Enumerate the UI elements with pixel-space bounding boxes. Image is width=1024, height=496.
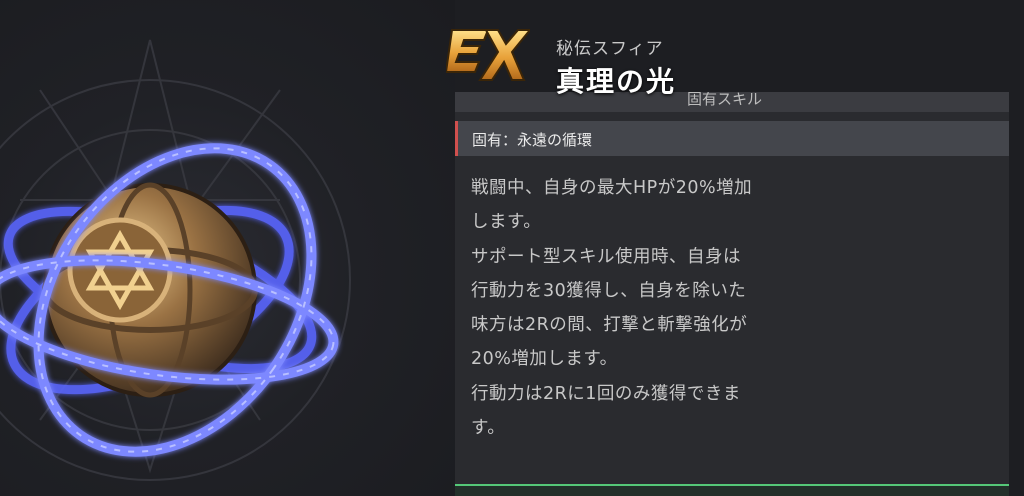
ex-rank-text: EX bbox=[488, 87, 490, 88]
description-line: 行動力を30獲得し、自身を除いた bbox=[471, 280, 747, 301]
description-line: サポート型スキル使用時、自身は bbox=[471, 246, 741, 267]
section-header-label: 固有スキル bbox=[687, 92, 763, 108]
section-header: 固有スキル bbox=[455, 92, 1009, 112]
skill-label-bar: 固有：永遠の循環 bbox=[455, 121, 1009, 156]
description-line: 戦闘中、自身の最大HPが20%増加 bbox=[471, 178, 753, 198]
ex-rank-icon: EX bbox=[446, 29, 530, 88]
next-section-peek[interactable] bbox=[455, 486, 1009, 496]
description-line: す。 bbox=[471, 418, 506, 439]
description-line: します。 bbox=[471, 212, 542, 233]
skill-description: 戦闘中、自身の最大HPが20%増加 します。 サポート型スキル使用時、自身は 行… bbox=[471, 171, 831, 445]
sphere-orb-icon bbox=[0, 39, 351, 481]
skill-name: 真理の光 bbox=[556, 65, 677, 98]
skill-category: 秘伝スフィア bbox=[556, 39, 664, 59]
description-line: 行動力は2Rに1回のみ獲得できま bbox=[471, 383, 741, 404]
description-line: 味方は2Rの間、打撃と斬撃強化が bbox=[471, 315, 748, 336]
description-line: 20%増加します。 bbox=[471, 349, 618, 370]
skill-label: 固有：永遠の循環 bbox=[472, 131, 593, 149]
skill-detail-screen: 固有スキル EX 秘伝スフィア 真理の光 固有：永遠の循環 戦闘中、自身の最大H… bbox=[0, 0, 1024, 496]
